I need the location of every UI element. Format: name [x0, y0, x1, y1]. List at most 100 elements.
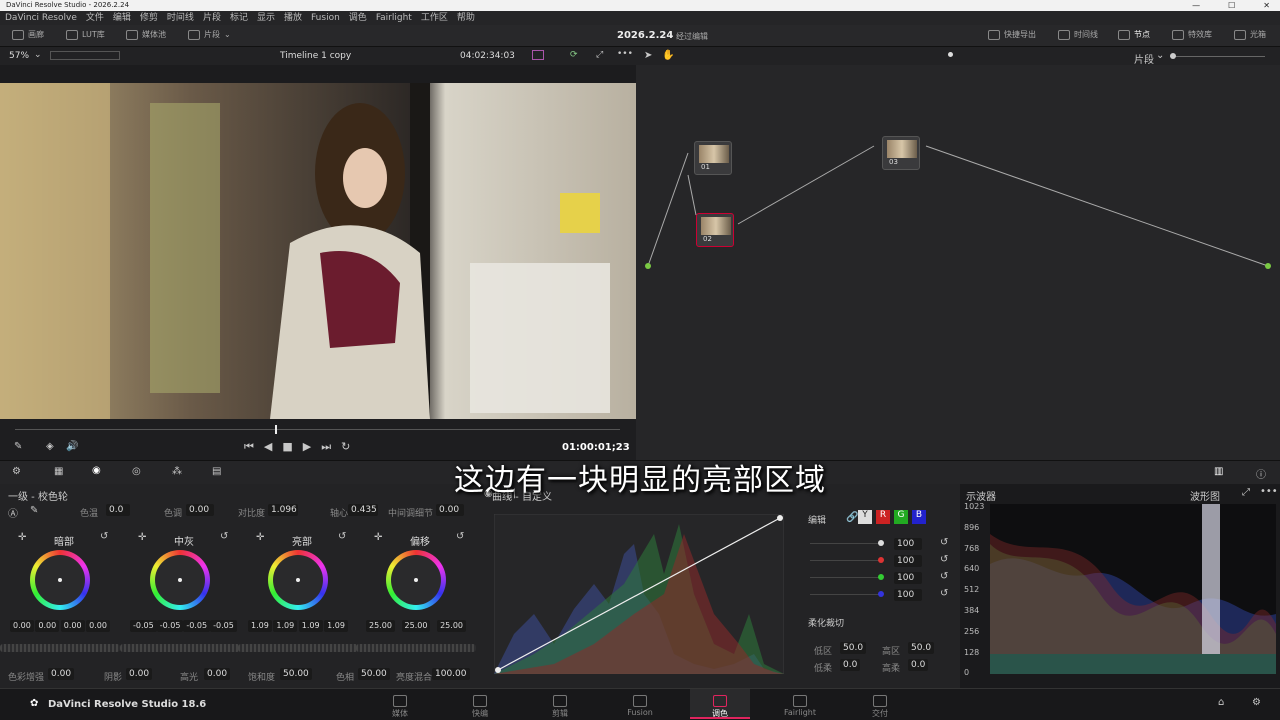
master-wheel[interactable] — [0, 644, 120, 652]
reset-icon[interactable]: ↺ — [338, 531, 346, 542]
boost-field[interactable]: 0.00 — [48, 668, 75, 680]
menu-item[interactable]: Fairlight — [376, 11, 412, 25]
minimize-icon[interactable]: — — [1192, 0, 1200, 11]
link-icon[interactable]: 🔗 — [846, 512, 858, 523]
source-timecode[interactable]: 04:02:34:03 — [460, 51, 515, 61]
node-02[interactable]: 02 — [696, 213, 734, 247]
wheel-value[interactable]: 25.00 — [366, 620, 395, 632]
quick-export-button[interactable]: 快捷导出 — [988, 29, 1036, 40]
zoom-select[interactable]: 57% — [9, 51, 29, 61]
channel-value[interactable]: 100 — [894, 572, 922, 584]
clips-button[interactable]: 片段 ⌄ — [188, 29, 231, 40]
contrast-field[interactable]: 1.096 — [268, 504, 298, 516]
menu-item[interactable]: 调色 — [349, 11, 367, 25]
hand-icon[interactable]: ✋ — [662, 50, 674, 61]
nodes-button[interactable]: 节点 — [1118, 29, 1150, 40]
eyedropper-icon[interactable]: ✎ — [14, 441, 22, 452]
page-tab[interactable]: Fairlight — [770, 695, 830, 717]
cross-icon[interactable]: ✛ — [374, 532, 382, 543]
color-wheel[interactable] — [268, 550, 328, 610]
middetail-field[interactable]: 0.00 — [436, 504, 464, 516]
menu-item[interactable]: Fusion — [311, 11, 340, 25]
more-icon[interactable]: ••• — [617, 49, 633, 59]
wheel-value[interactable]: -0.05 — [183, 620, 211, 632]
channel-slider[interactable] — [810, 577, 880, 578]
high-field[interactable]: 50.0 — [908, 642, 935, 654]
fullscreen-icon[interactable]: ⤢ — [596, 50, 603, 60]
home-icon[interactable]: ⌂ — [1218, 697, 1224, 708]
channel-handle[interactable] — [878, 574, 884, 580]
channel-g-toggle[interactable]: G — [894, 510, 908, 524]
lut-button[interactable]: LUT库 — [66, 29, 105, 40]
reset-icon[interactable]: ↺ — [940, 571, 948, 582]
tint-field[interactable]: 0.00 — [186, 504, 214, 516]
timeline-name[interactable]: Timeline 1 copy — [280, 51, 351, 61]
menu-item[interactable]: 帮助 — [457, 11, 475, 25]
lightbox-button[interactable]: 光箱 — [1234, 29, 1266, 40]
chevron-down-icon[interactable]: ⌄ — [1156, 50, 1164, 61]
channel-b-toggle[interactable]: B — [912, 510, 926, 524]
saturation-field[interactable]: 50.00 — [280, 668, 312, 680]
wheel-value[interactable]: 0.00 — [86, 620, 110, 632]
wheel-value[interactable]: 0.00 — [60, 620, 85, 632]
channel-slider[interactable] — [810, 543, 880, 544]
menu-item[interactable]: 时间线 — [167, 11, 194, 25]
page-tab[interactable]: 快编 — [450, 695, 510, 719]
pointer-icon[interactable]: ➤ — [644, 50, 652, 61]
timeline-button[interactable]: 时间线 — [1058, 29, 1098, 40]
media-pool-button[interactable]: 媒体池 — [126, 29, 166, 40]
settings-gear-icon[interactable]: ⚙ — [1252, 697, 1261, 708]
menu-item[interactable]: 文件 — [86, 11, 104, 25]
curve-graph[interactable] — [494, 514, 784, 674]
wheel-value[interactable]: 1.09 — [324, 620, 348, 632]
channel-slider[interactable] — [810, 594, 880, 595]
channel-y-toggle[interactable]: Y — [858, 510, 872, 524]
menu-item[interactable]: 编辑 — [113, 11, 131, 25]
high-soft-field[interactable]: 0.0 — [908, 659, 929, 671]
layers-icon[interactable]: ◈ — [46, 441, 54, 452]
effects-button[interactable]: 特效库 — [1172, 29, 1212, 40]
hue-field[interactable]: 50.00 — [358, 668, 390, 680]
channel-r-toggle[interactable]: R — [876, 510, 890, 524]
wheel-value[interactable]: 1.09 — [298, 620, 323, 632]
playback-controls[interactable]: ⏮◀■▶⏭↻ — [244, 440, 360, 454]
low-soft-field[interactable]: 0.0 — [840, 659, 861, 671]
channel-handle[interactable] — [878, 557, 884, 563]
chevron-down-icon[interactable]: ⌄ — [34, 50, 42, 60]
shadow-field[interactable]: 0.00 — [126, 668, 153, 680]
volume-icon[interactable]: 🔊 — [66, 441, 78, 452]
cross-icon[interactable]: ✛ — [256, 532, 264, 543]
master-wheel[interactable] — [238, 644, 358, 652]
menu-item[interactable]: 工作区 — [421, 11, 448, 25]
reset-icon[interactable]: ↺ — [456, 531, 464, 542]
pivot-field[interactable]: 0.435 — [348, 504, 378, 516]
wheel-value[interactable]: 25.00 — [401, 620, 431, 632]
wheel-value[interactable]: -0.05 — [156, 620, 184, 632]
scrubber-track[interactable] — [15, 429, 620, 430]
highlight-field[interactable]: 0.00 — [204, 668, 231, 680]
wheel-value[interactable]: 25.00 — [437, 620, 466, 632]
reset-icon[interactable]: ↺ — [940, 554, 948, 565]
eyedropper-icon[interactable]: ✎ — [30, 505, 38, 516]
master-wheel[interactable] — [120, 644, 240, 652]
wheel-value[interactable]: 0.00 — [35, 620, 60, 632]
page-tab[interactable]: 剪辑 — [530, 695, 590, 719]
channel-slider[interactable] — [810, 560, 880, 561]
wheel-value[interactable]: -0.05 — [210, 620, 237, 632]
menu-item[interactable]: 显示 — [257, 11, 275, 25]
auto-balance-icon[interactable]: Ⓐ — [8, 505, 18, 520]
maximize-icon[interactable]: ☐ — [1228, 0, 1235, 11]
wheel-value[interactable]: 1.09 — [273, 620, 298, 632]
wheel-value[interactable]: -0.05 — [130, 620, 157, 632]
node-01[interactable]: 01 — [694, 141, 732, 175]
gallery-button[interactable]: 画廊 — [12, 29, 44, 40]
video-viewer[interactable] — [0, 83, 636, 419]
channel-value[interactable]: 100 — [894, 555, 922, 567]
node-03[interactable]: 03 — [882, 136, 920, 170]
bypass-icon[interactable]: ⟳ — [570, 50, 578, 60]
node-mode-select[interactable]: 片段 — [1134, 51, 1154, 66]
cross-icon[interactable]: ✛ — [138, 532, 146, 543]
reset-icon[interactable]: ↺ — [940, 588, 948, 599]
temp-field[interactable]: 0.0 — [106, 504, 130, 516]
channel-handle[interactable] — [878, 591, 884, 597]
